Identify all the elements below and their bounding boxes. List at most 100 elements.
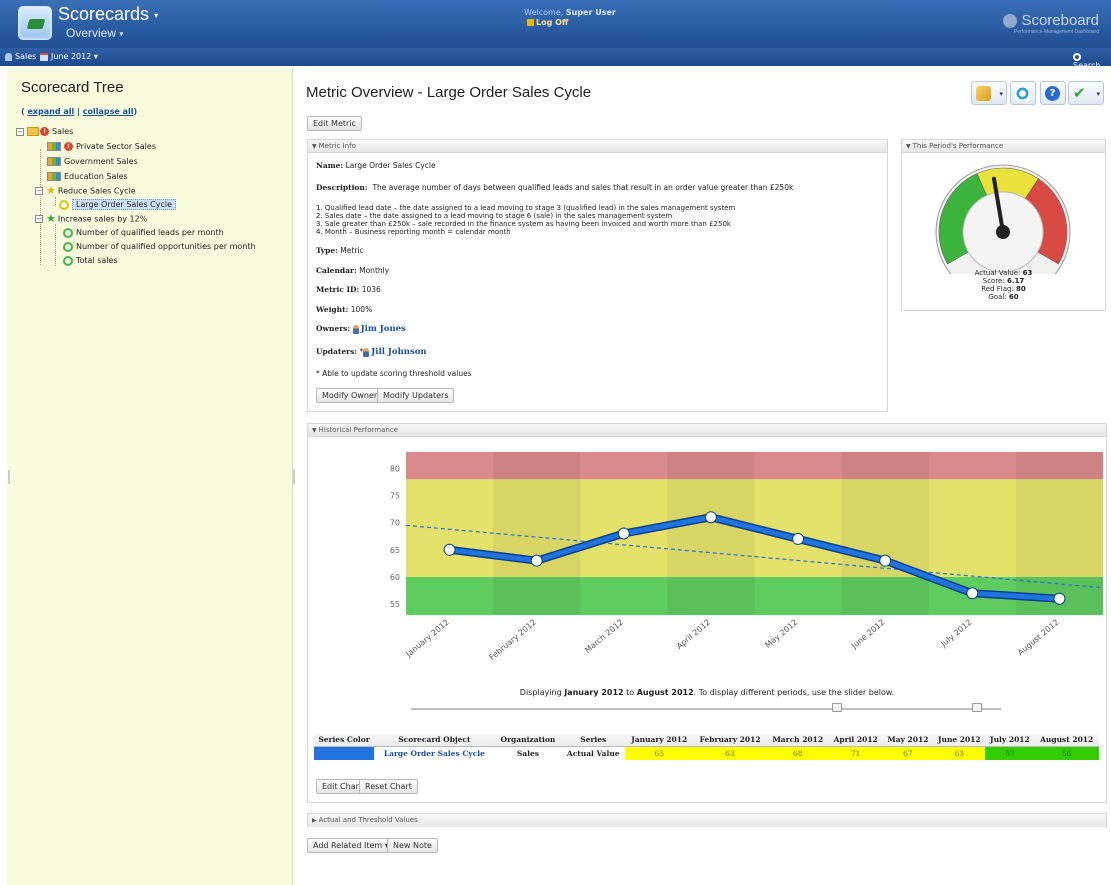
x-tick-label: April 2012 <box>675 618 712 651</box>
series-table-header: Series Color Scorecard Object Organizati… <box>314 733 1099 747</box>
reset-chart-button[interactable]: Reset Chart <box>359 779 418 794</box>
context-bar: Sales June 2012 ▾ Search <box>0 48 1111 70</box>
column-header: Organization <box>494 733 562 747</box>
tree-node-label: Large Order Sales Cycle <box>72 199 177 210</box>
period-selector[interactable]: June 2012 ▾ <box>40 52 98 61</box>
period-slider-track[interactable] <box>411 708 1001 710</box>
refresh-button[interactable] <box>1010 81 1036 105</box>
value-cell: 56 <box>1034 746 1099 760</box>
series-data-table: Series Color Scorecard Object Organizati… <box>314 733 1099 760</box>
tree-title: Scorecard Tree <box>21 79 124 96</box>
data-point <box>966 587 979 600</box>
definition-item: 4. Month – Business reporting month = ca… <box>316 228 511 236</box>
data-point <box>530 554 543 567</box>
table-row: Large Order Sales Cycle Sales Actual Val… <box>314 746 1099 761</box>
data-point <box>704 511 717 524</box>
pane-splitter[interactable] <box>293 470 295 484</box>
tree-node-qualified-opportunities[interactable]: Number of qualified opportunities per mo… <box>63 241 256 253</box>
period-slider-start-handle[interactable] <box>832 703 842 712</box>
tree-node-large-order-sales-cycle[interactable]: Large Order Sales Cycle <box>59 199 177 211</box>
value-cell: 57 <box>985 746 1035 760</box>
y-tick-label: 75 <box>390 491 400 500</box>
globe-icon <box>1003 14 1018 29</box>
metric-info-header[interactable]: ▼ Metric Info <box>308 140 887 153</box>
chart-icon <box>47 142 61 151</box>
approve-button[interactable]: ✔ ▾ <box>1068 81 1104 105</box>
tree-node-reduce-sales-cycle[interactable]: − ★ Reduce Sales Cycle <box>35 185 136 197</box>
actual-threshold-panel: ▶ Actual and Threshold Values <box>307 813 1107 827</box>
period-label: June 2012 <box>51 52 92 61</box>
actual-threshold-header[interactable]: ▶ Actual and Threshold Values <box>308 814 1106 827</box>
logoff-icon <box>527 19 534 26</box>
actual-label: Actual Value: <box>974 269 1021 277</box>
chevron-down-icon: ▾ <box>119 29 124 39</box>
tree-node-increase-sales[interactable]: − ★ Increase sales by 12% <box>35 213 147 225</box>
view-label: Overview <box>66 26 117 40</box>
period-slider-end-handle[interactable] <box>972 703 982 712</box>
expand-all-link[interactable]: expand all <box>27 107 74 116</box>
status-circle-icon <box>59 199 69 210</box>
historical-title: Historical Performance <box>318 426 398 434</box>
refresh-icon <box>1015 86 1030 101</box>
tree-connector <box>55 224 56 266</box>
series-cell: Actual Value <box>566 749 620 758</box>
tree-node-sales[interactable]: −! Sales <box>16 126 73 138</box>
category-column-band <box>1015 452 1103 615</box>
add-related-item-button[interactable]: Add Related Item ▾ <box>307 838 395 853</box>
view-selector[interactable]: Overview ▾ <box>66 26 123 40</box>
y-tick-label: 80 <box>390 464 400 473</box>
status-circle-icon <box>63 241 73 252</box>
historical-performance-panel: ▼ Historical Performance 55 60 65 70 75 80 Janu… <box>307 423 1107 803</box>
metric-id-label: Metric ID: <box>316 285 360 294</box>
chart-icon <box>47 157 61 166</box>
metric-type-row: Type: Metric <box>316 246 364 255</box>
new-note-button[interactable]: New Note <box>387 838 438 853</box>
metric-weight: 100% <box>350 305 373 314</box>
scorecards-app-icon[interactable] <box>18 6 52 40</box>
pane-splitter-left[interactable] <box>8 470 10 484</box>
tree-expand-links: ( expand all | collapse all) <box>21 107 138 116</box>
context-sales[interactable]: Sales <box>5 52 36 61</box>
metric-type: Metric <box>340 246 364 255</box>
tree-node-private-sector-sales[interactable]: ! Private Sector Sales <box>47 141 156 153</box>
tree-node-label: Sales <box>52 127 74 136</box>
tree-node-total-sales[interactable]: Total sales <box>63 255 118 267</box>
column-header: April 2012 <box>828 733 883 747</box>
tree-node-education-sales[interactable]: Education Sales <box>47 171 128 183</box>
performance-header[interactable]: ▼ This Period's Performance <box>902 140 1105 153</box>
scorecard-icon <box>27 127 39 136</box>
value-cell: 71 <box>828 746 883 760</box>
tree-node-label: Increase sales by 12% <box>57 214 148 224</box>
search-button[interactable]: Search <box>1073 52 1111 70</box>
help-button[interactable]: ? <box>1040 81 1066 105</box>
tree-node-label: Reduce Sales Cycle <box>57 186 136 196</box>
column-header: May 2012 <box>882 733 934 747</box>
x-tick-label: July 2012 <box>938 618 973 650</box>
status-circle-icon <box>63 255 73 266</box>
actual-value: 63 <box>1022 269 1033 277</box>
y-tick-label: 60 <box>390 573 400 582</box>
scorecard-object-link[interactable]: Large Order Sales Cycle <box>374 747 495 761</box>
tree-node-qualified-leads[interactable]: Number of qualified leads per month <box>63 227 224 239</box>
collapse-all-link[interactable]: collapse all <box>83 107 134 116</box>
data-point <box>617 527 630 540</box>
app-title-menu[interactable]: Scorecards ▾ <box>58 4 158 25</box>
historical-header[interactable]: ▼ Historical Performance <box>308 424 1106 437</box>
metric-name-row: Name: Large Order Sales Cycle <box>316 161 436 170</box>
updaters-label: Updaters: <box>316 347 358 356</box>
gauge-hub <box>996 225 1010 239</box>
owner-link[interactable]: Jim Jones <box>361 324 406 334</box>
collapse-toggle-icon[interactable]: − <box>35 215 43 223</box>
value-cell: 63 <box>933 746 986 760</box>
modify-updaters-button[interactable]: Modify Updaters <box>377 388 455 403</box>
edit-tool-button[interactable]: ▾ <box>971 81 1007 105</box>
x-tick-label: March 2012 <box>583 618 625 655</box>
collapse-toggle-icon[interactable]: − <box>16 127 24 136</box>
logoff-link[interactable]: Log Off <box>527 18 568 27</box>
definition-item: 1. Qualified lead date – the date assign… <box>316 204 736 212</box>
updater-link[interactable]: Jill Johnson <box>371 347 426 357</box>
tree-node-government-sales[interactable]: Government Sales <box>47 156 138 168</box>
gauge-goal-row: Goal: 60 <box>902 293 1105 301</box>
edit-metric-button[interactable]: Edit Metric <box>307 116 362 131</box>
collapse-toggle-icon[interactable]: − <box>35 187 43 195</box>
